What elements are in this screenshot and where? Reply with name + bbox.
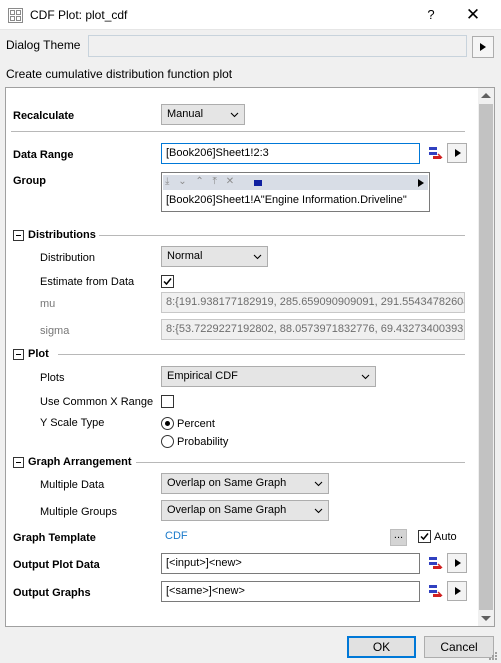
plots-value: Empirical CDF: [167, 370, 238, 382]
move-down-icon[interactable]: ⌄: [178, 176, 186, 187]
collapse-toggle-icon[interactable]: [13, 230, 24, 241]
plots-label: Plots: [40, 372, 65, 384]
dialog-description: Create cumulative distribution function …: [6, 67, 233, 81]
scrollbar-thumb[interactable]: [479, 104, 493, 610]
move-bottom-icon[interactable]: ⤓: [165, 176, 169, 187]
output-graphs-label: Output Graphs: [13, 587, 91, 599]
chevron-down-icon: [314, 508, 323, 514]
multiple-groups-value: Overlap on Same Graph: [167, 504, 287, 516]
sigma-label: sigma: [40, 325, 70, 337]
play-arrow-icon: [480, 43, 486, 51]
app-icon: [8, 8, 23, 23]
multiple-groups-label: Multiple Groups: [40, 506, 118, 518]
plots-combo[interactable]: Empirical CDF: [161, 366, 376, 387]
auto-template-label: Auto: [434, 531, 457, 543]
probability-radio-label: Probability: [177, 436, 229, 448]
estimate-from-data-checkbox[interactable]: [161, 275, 174, 288]
scroll-up-icon[interactable]: [481, 93, 491, 98]
collapse-toggle-icon[interactable]: [13, 457, 24, 468]
remove-icon[interactable]: ✕: [226, 176, 234, 187]
group-menu-arrow-icon[interactable]: [418, 179, 424, 187]
graph-template-value[interactable]: CDF: [165, 530, 188, 542]
recalculate-label: Recalculate: [13, 110, 75, 122]
percent-radio[interactable]: [161, 417, 174, 430]
selection-indicator-icon: [254, 180, 262, 186]
data-range-label: Data Range: [13, 149, 74, 161]
mu-input[interactable]: 8:{191.938177182919, 285.659090909091, 2…: [161, 292, 465, 313]
divider: [136, 462, 465, 463]
recalculate-value: Manual: [167, 108, 204, 120]
help-button[interactable]: ?: [420, 4, 442, 26]
percent-radio-label: Percent: [177, 418, 215, 430]
multiple-data-label: Multiple Data: [40, 479, 105, 491]
group-reorder-icons[interactable]: ⤓ ⌄ ⌃ ⤒ ✕: [165, 176, 365, 188]
browse-template-button[interactable]: ...: [390, 529, 407, 546]
move-up-icon[interactable]: ⌃: [195, 176, 203, 187]
range-select-icon[interactable]: [425, 553, 445, 573]
scroll-down-icon[interactable]: [481, 616, 491, 621]
distribution-value: Normal: [167, 250, 203, 262]
estimate-from-data-label: Estimate from Data: [40, 276, 135, 288]
output-plot-data-label: Output Plot Data: [13, 559, 100, 571]
chevron-down-icon: [253, 254, 262, 260]
range-select-icon[interactable]: [425, 143, 445, 163]
divider: [99, 235, 465, 236]
output-graphs-menu-button[interactable]: [447, 581, 467, 601]
multiple-groups-combo[interactable]: Overlap on Same Graph: [161, 500, 329, 521]
multiple-data-combo[interactable]: Overlap on Same Graph: [161, 473, 329, 494]
common-x-range-checkbox[interactable]: [161, 395, 174, 408]
distributions-section-label: Distributions: [28, 229, 96, 241]
chevron-down-icon: [361, 374, 370, 380]
resize-grip-icon[interactable]: [487, 650, 498, 661]
mu-label: mu: [40, 298, 56, 310]
dialog-theme-label: Dialog Theme: [6, 38, 81, 52]
close-button[interactable]: ✕: [460, 4, 486, 26]
chevron-down-icon: [314, 481, 323, 487]
divider: [11, 131, 465, 132]
checkmark-icon: [420, 533, 429, 541]
sigma-input[interactable]: 8:{53.7229227192802, 88.0573971832776, 6…: [161, 319, 465, 340]
output-plot-data-menu-button[interactable]: [447, 553, 467, 573]
graph-template-label: Graph Template: [13, 532, 96, 544]
play-arrow-icon: [455, 149, 461, 157]
data-range-menu-button[interactable]: [447, 143, 467, 163]
dialog-theme-menu-button[interactable]: [472, 36, 494, 58]
range-select-icon[interactable]: [425, 581, 445, 601]
settings-panel: [5, 87, 495, 627]
move-top-icon[interactable]: ⤒: [213, 176, 217, 187]
dialog-theme-combo[interactable]: [88, 35, 467, 57]
group-value: [Book206]Sheet1!A"Engine Information.Dri…: [166, 194, 407, 206]
checkmark-icon: [163, 278, 172, 286]
auto-template-checkbox[interactable]: [418, 530, 431, 543]
window-title: CDF Plot: plot_cdf: [30, 8, 128, 22]
y-scale-type-label: Y Scale Type: [40, 417, 105, 429]
play-arrow-icon: [455, 559, 461, 567]
chevron-down-icon: [230, 112, 239, 118]
probability-radio[interactable]: [161, 435, 174, 448]
play-arrow-icon: [455, 587, 461, 595]
plot-section-label: Plot: [28, 348, 49, 360]
output-plot-data-input[interactable]: [<input>]<new>: [161, 553, 420, 574]
data-range-input[interactable]: [Book206]Sheet1!2:3: [161, 143, 420, 164]
collapse-toggle-icon[interactable]: [13, 349, 24, 360]
graph-arrangement-section-label: Graph Arrangement: [28, 456, 132, 468]
common-x-range-label: Use Common X Range: [40, 396, 154, 408]
distribution-label: Distribution: [40, 252, 96, 264]
multiple-data-value: Overlap on Same Graph: [167, 477, 287, 489]
cancel-button[interactable]: Cancel: [424, 636, 494, 658]
distribution-combo[interactable]: Normal: [161, 246, 268, 267]
output-graphs-input[interactable]: [<same>]<new>: [161, 581, 420, 602]
recalculate-combo[interactable]: Manual: [161, 104, 245, 125]
ok-button[interactable]: OK: [347, 636, 416, 658]
group-label: Group: [13, 175, 46, 187]
divider: [58, 354, 465, 355]
